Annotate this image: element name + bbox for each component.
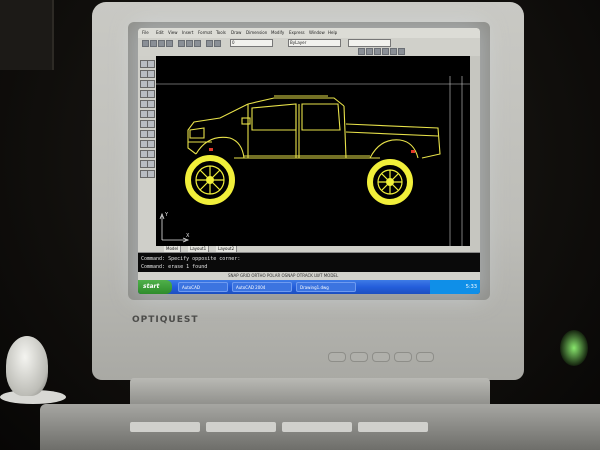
menu-view[interactable]: View bbox=[168, 30, 178, 35]
monitor-button[interactable] bbox=[350, 352, 368, 362]
drawing-canvas[interactable]: Y X bbox=[156, 56, 470, 246]
task-autocad[interactable]: AutoCAD bbox=[178, 282, 228, 292]
erase-icon[interactable] bbox=[147, 60, 155, 68]
green-light bbox=[560, 330, 588, 366]
ucs-y-label: Y bbox=[164, 212, 169, 218]
keyboard-key[interactable] bbox=[206, 422, 276, 432]
offset-icon[interactable] bbox=[147, 90, 155, 98]
cut-icon[interactable] bbox=[178, 40, 185, 47]
truck-drawing: Y X bbox=[156, 76, 470, 246]
command-window[interactable]: Command: Specify opposite corner: Comman… bbox=[138, 252, 480, 273]
accent-mark bbox=[411, 150, 415, 153]
monitor-screen: File Edit View Insert Format Tools Draw … bbox=[138, 28, 480, 294]
ucs-x-label: X bbox=[186, 233, 190, 239]
task-autocad-2004[interactable]: AutoCAD 2004 bbox=[232, 282, 292, 292]
design-center-icon[interactable] bbox=[398, 48, 405, 55]
zoom-previous-icon[interactable] bbox=[382, 48, 389, 55]
rear-wheel bbox=[367, 159, 413, 205]
command-line-1: Command: Specify opposite corner: bbox=[141, 256, 241, 262]
copy-object-icon[interactable] bbox=[147, 70, 155, 78]
menu-window[interactable]: Window bbox=[309, 30, 325, 35]
stretch-icon[interactable] bbox=[147, 140, 155, 148]
layer-combo[interactable]: 0 bbox=[230, 39, 273, 47]
array-icon[interactable] bbox=[147, 100, 155, 108]
ucs-icon bbox=[159, 212, 190, 243]
menu-insert[interactable]: Insert bbox=[182, 30, 193, 35]
pan-icon[interactable] bbox=[358, 48, 365, 55]
vertical-scrollbar[interactable] bbox=[470, 56, 480, 252]
menu-edit[interactable]: Edit bbox=[156, 30, 164, 35]
properties-icon[interactable] bbox=[390, 48, 397, 55]
rotate-icon[interactable] bbox=[147, 120, 155, 128]
print-icon[interactable] bbox=[166, 40, 173, 47]
redo-icon[interactable] bbox=[214, 40, 221, 47]
windows-taskbar: start AutoCAD AutoCAD 2004 Drawing1.dwg … bbox=[138, 280, 480, 294]
zoom-window-icon[interactable] bbox=[374, 48, 381, 55]
monitor-button[interactable] bbox=[372, 352, 390, 362]
menu-file[interactable]: File bbox=[142, 30, 149, 35]
toolbar: 0 ByLayer bbox=[138, 38, 480, 56]
copy-icon[interactable] bbox=[186, 40, 193, 47]
fillet-icon[interactable] bbox=[147, 170, 155, 178]
menu-dimension[interactable]: Dimension bbox=[246, 30, 267, 35]
command-line-2: Command: erase 1 found bbox=[141, 264, 208, 270]
power-button[interactable] bbox=[416, 352, 434, 362]
status-bar: SNAP GRID ORTHO POLAR OSNAP OTRACK LWT M… bbox=[138, 272, 480, 280]
trim-icon[interactable] bbox=[147, 150, 155, 158]
mirror-icon[interactable] bbox=[147, 80, 155, 88]
paste-icon[interactable] bbox=[194, 40, 201, 47]
monitor-button[interactable] bbox=[394, 352, 412, 362]
keyboard bbox=[40, 404, 600, 450]
menu-express[interactable]: Express bbox=[289, 30, 305, 35]
zoom-icon[interactable] bbox=[366, 48, 373, 55]
accent-mark bbox=[209, 148, 213, 151]
save-icon[interactable] bbox=[158, 40, 165, 47]
menu-modify[interactable]: Modify bbox=[271, 30, 284, 35]
style-combo[interactable]: ByLayer bbox=[288, 39, 341, 47]
draw-toolbar bbox=[138, 56, 156, 252]
move-icon[interactable] bbox=[147, 110, 155, 118]
menu-tools[interactable]: Tools bbox=[216, 30, 226, 35]
mouse-device bbox=[6, 336, 48, 396]
monitor-brand: OPTIQUEST bbox=[132, 315, 199, 325]
extend-icon[interactable] bbox=[147, 160, 155, 168]
menu-format[interactable]: Format bbox=[198, 30, 212, 35]
picture-frame bbox=[0, 0, 54, 70]
menu-draw[interactable]: Draw bbox=[231, 30, 241, 35]
monitor-stand bbox=[130, 378, 490, 406]
task-drawing[interactable]: Drawing1.dwg bbox=[296, 282, 356, 292]
keyboard-key[interactable] bbox=[358, 422, 428, 432]
keyboard-key[interactable] bbox=[130, 422, 200, 432]
monitor-button[interactable] bbox=[328, 352, 346, 362]
front-wheel bbox=[185, 155, 235, 205]
menu-bar: File Edit View Insert Format Tools Draw … bbox=[138, 28, 480, 38]
truck-body bbox=[187, 95, 441, 159]
linetype-combo[interactable] bbox=[348, 39, 391, 47]
status-toggles[interactable]: SNAP GRID ORTHO POLAR OSNAP OTRACK LWT M… bbox=[228, 273, 338, 278]
keyboard-key[interactable] bbox=[282, 422, 352, 432]
scale-icon[interactable] bbox=[147, 130, 155, 138]
undo-icon[interactable] bbox=[206, 40, 213, 47]
crt-monitor: File Edit View Insert Format Tools Draw … bbox=[92, 2, 524, 380]
open-icon[interactable] bbox=[150, 40, 157, 47]
start-button[interactable]: start bbox=[138, 280, 172, 294]
system-tray-clock[interactable]: 5:33 bbox=[430, 280, 480, 294]
new-icon[interactable] bbox=[142, 40, 149, 47]
menu-help[interactable]: Help bbox=[328, 30, 337, 35]
